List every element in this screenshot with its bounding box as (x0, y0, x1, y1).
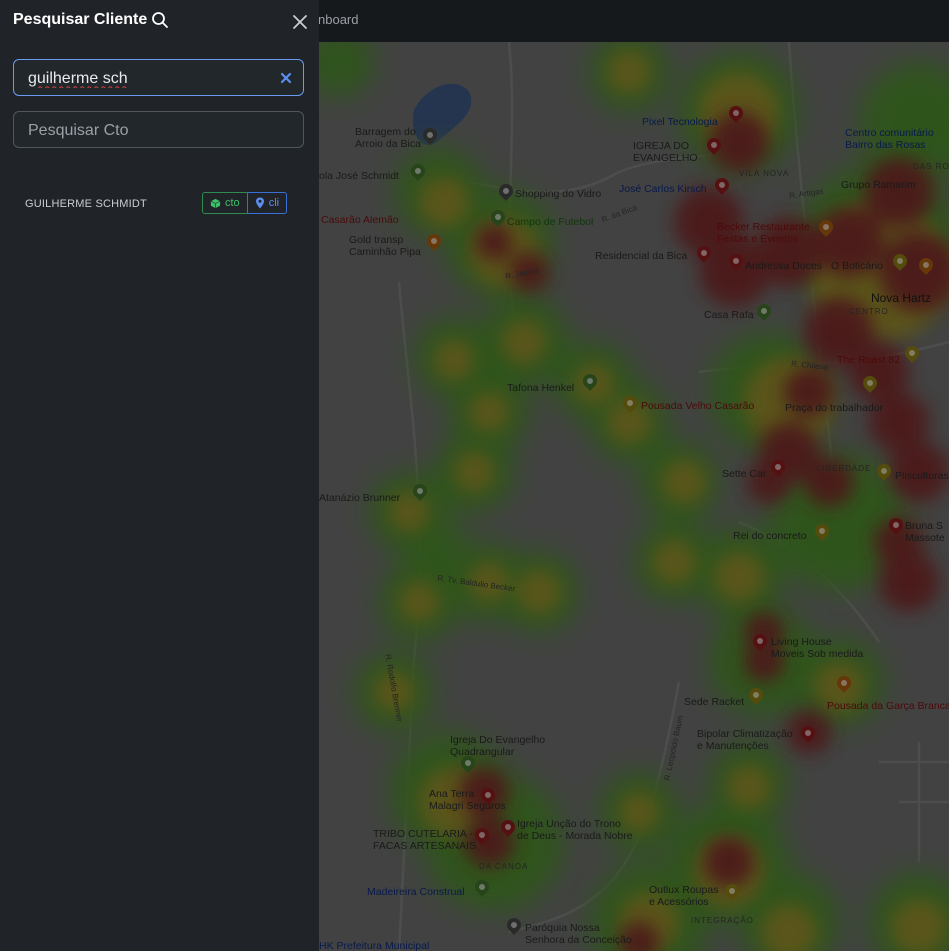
map-label: Living House Moveis Sob medida (771, 636, 864, 660)
map-label: Centro comunitário Bairro das Rosas (845, 127, 934, 151)
map-label: Plisculturas (895, 470, 949, 482)
map-label: The Roast 82 (837, 354, 901, 366)
map-label: Madeireira Construal (367, 886, 465, 898)
map-label: Ana Terra Malagri Seguros (429, 788, 506, 812)
map-label: Pixel Tecnologia (642, 116, 718, 128)
map-label: Residencial da Bica (595, 250, 688, 262)
map-label: Barragem do Arroio da Bica (355, 126, 421, 150)
map-label: Andressa Doces (745, 260, 823, 272)
panel-header: Pesquisar Cliente (13, 11, 169, 29)
map-label: Casarão Alemão (321, 214, 399, 226)
map-label: Bipolar Climatização e Manutenções (697, 728, 793, 752)
cli-button-label: cli (268, 197, 280, 209)
map-label: Grupo Ramarim (841, 179, 916, 191)
map-label: Igreja Unção do Trono de Deus - Morada N… (517, 818, 633, 842)
map-pin-icon (255, 197, 264, 209)
map-label: Praça do trabalhador (785, 402, 884, 414)
cto-search-field (13, 111, 304, 149)
panel-title: Pesquisar Cliente (13, 11, 148, 28)
map-label: Gold transp Caminhão Pipa (349, 234, 421, 258)
map-label: Igreja Do Evangelho Quadrangular (450, 734, 546, 758)
clear-x-icon[interactable] (278, 70, 294, 86)
neighborhood-label: CENTRO (849, 307, 889, 316)
heatmap-map[interactable]: Barragem do Arroio da Bica ola José Schm… (319, 42, 949, 951)
client-search-input[interactable] (26, 60, 280, 97)
search-result-item[interactable]: GUILHERME SCHMIDT cto cli (13, 191, 304, 219)
cube-icon (210, 198, 221, 208)
page-title-fragment: nboard (318, 12, 359, 27)
map-label: Shopping do Vidro (515, 188, 602, 200)
neighborhood-label: VILA NOVA (739, 169, 790, 178)
cli-button[interactable]: cli (247, 192, 288, 214)
map-label: Nova Hartz (871, 291, 932, 305)
map-label: Pousada Velho Casarão (641, 400, 755, 412)
map-label: Rei do concreto (733, 530, 807, 542)
map-label: Sede Racket (684, 696, 745, 708)
map-label: Casa Rafa (704, 309, 754, 321)
map-label: Sette Car (722, 468, 767, 480)
result-client-name: GUILHERME SCHMIDT (25, 198, 147, 210)
client-search-panel: Pesquisar Cliente GUILHERME SCHMIDT cto (0, 0, 319, 951)
cto-search-input[interactable] (26, 112, 280, 149)
map-label: TRIBO CUTELARIA - FACAS ARTESANAIS (373, 828, 477, 852)
map-label: José Carlos Kirsch (619, 183, 707, 195)
client-search-field (13, 59, 304, 97)
map-label: Bruna S Massote (905, 520, 945, 544)
map-label: HK Prefeitura Municipal (319, 940, 430, 951)
neighborhood-label: DA CANOA (479, 862, 529, 871)
result-actions: cto cli (202, 192, 288, 214)
map-label: Outlux Roupas e Acessórios (649, 884, 719, 908)
neighborhood-label: LIBERDADE (817, 464, 872, 473)
map-label: ola José Schmidt (319, 170, 399, 182)
map-label: Campo de Futebol (507, 216, 594, 228)
map-label: Tafona Henkel (507, 382, 575, 394)
search-icon (152, 12, 169, 28)
cto-button-label: cto (225, 197, 240, 209)
map-label: Paróquia Nossa Senhora da Conceição (525, 922, 632, 946)
map-label: Becker Restaurante Festas e Eventos (717, 221, 810, 245)
neighborhood-label: INTEGRAÇÃO (691, 916, 754, 925)
map-label: Atanázio Brunner (319, 492, 401, 504)
map-label: Pousada da Garça Branca (827, 700, 949, 712)
neighborhood-label: DAS ROS (913, 162, 949, 171)
map-label: O Boticário (831, 260, 883, 272)
close-icon[interactable] (290, 12, 310, 32)
map-label: IGREJA DO EVANGELHO (633, 140, 698, 164)
cto-button[interactable]: cto (202, 192, 248, 214)
